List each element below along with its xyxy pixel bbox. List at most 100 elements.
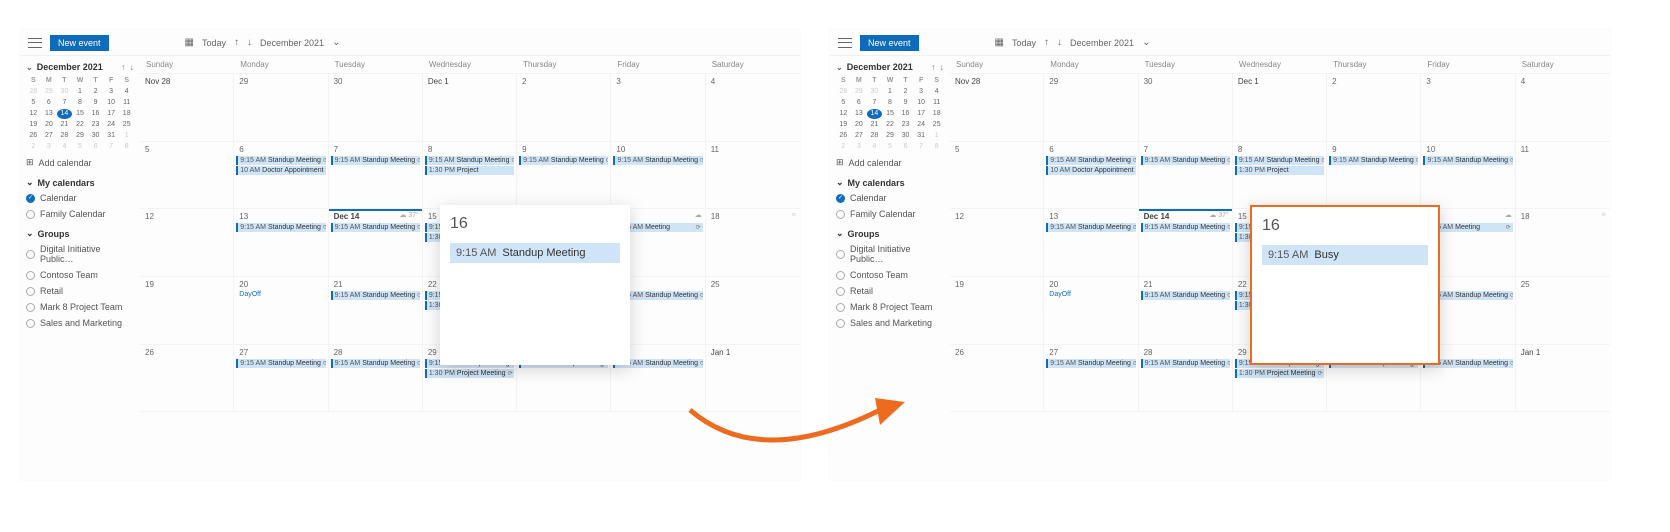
day-cell[interactable]: 279:15 AMStandup Meeting⟳ (1044, 345, 1138, 412)
mini-day[interactable]: 29 (852, 87, 867, 97)
mini-day[interactable]: 2 (26, 142, 41, 152)
add-calendar[interactable]: ⊞Add calendar (26, 156, 134, 169)
mini-day[interactable]: 18 (929, 109, 944, 119)
day-cell[interactable]: 19 (140, 277, 234, 344)
event[interactable]: 9:15 AMStandup Meeting⟳ (1046, 156, 1135, 165)
day-cell[interactable]: Dec 14☁ 37°9:15 AMStandup Meeting⟳ (1139, 209, 1233, 276)
event[interactable]: 10 AMDoctor Appointment (236, 166, 325, 175)
day-cell[interactable]: 89:15 AMStandup Meeting⟳1:30 PMProject (1233, 142, 1327, 209)
mini-day[interactable]: 16 (898, 109, 913, 119)
checkbox-off-icon[interactable] (836, 210, 845, 219)
mini-day[interactable]: 22 (73, 120, 88, 130)
mini-day[interactable]: 28 (836, 87, 851, 97)
mini-day[interactable]: 1 (119, 131, 134, 141)
group-item[interactable]: Sales and Marketing (26, 317, 134, 329)
mini-day[interactable]: 12 (836, 109, 851, 119)
groups-section[interactable]: ⌄Groups (836, 228, 944, 239)
mini-day[interactable]: 1 (73, 87, 88, 97)
mini-day[interactable]: 31 (914, 131, 929, 141)
mini-day[interactable]: 29 (42, 87, 57, 97)
mini-day[interactable]: 4 (867, 142, 882, 152)
event[interactable]: 9:15 AMStandup Meeting⟳ (1329, 156, 1418, 165)
mini-day[interactable]: 17 (914, 109, 929, 119)
mini-day[interactable]: 4 (929, 87, 944, 97)
calendar-today-icon[interactable]: ▦ (995, 37, 1004, 48)
group-item[interactable]: Sales and Marketing (836, 317, 944, 329)
mini-day[interactable]: 3 (104, 87, 119, 97)
mini-day[interactable]: 10 (914, 98, 929, 108)
checkbox-off-icon[interactable] (26, 210, 35, 219)
mini-day[interactable]: 5 (26, 98, 41, 108)
day-cell[interactable]: 69:15 AMStandup Meeting⟳10 AMDoctor Appo… (234, 142, 328, 209)
day-cell[interactable]: Dec 1 (1233, 74, 1327, 141)
mini-day[interactable]: 5 (73, 142, 88, 152)
mini-day[interactable]: 29 (73, 131, 88, 141)
checkbox-off-icon[interactable] (836, 250, 845, 259)
mini-day[interactable]: 25 (929, 120, 944, 130)
event[interactable]: 1:30 PMProject (1235, 166, 1324, 175)
checkbox-off-icon[interactable] (26, 319, 35, 328)
day-cell[interactable]: 139:15 AMStandup Meeting⟳ (234, 209, 328, 276)
event[interactable]: 9:15 AMStandup Meeting⟳ (1141, 359, 1230, 368)
new-event-button[interactable]: New event (50, 35, 109, 51)
mini-day[interactable]: 30 (867, 87, 882, 97)
add-calendar[interactable]: ⊞Add calendar (836, 156, 944, 169)
day-cell[interactable]: 29 (234, 74, 328, 141)
mini-day[interactable]: 25 (119, 120, 134, 130)
group-item[interactable]: Mark 8 Project Team (26, 301, 134, 313)
day-cell[interactable]: 30 (329, 74, 423, 141)
day-cell[interactable]: 18☼ (706, 209, 800, 276)
day-cell[interactable]: 139:15 AMStandup Meeting⟳ (1044, 209, 1138, 276)
checkbox-off-icon[interactable] (836, 271, 845, 280)
day-cell[interactable]: 20DayOff (1044, 277, 1138, 344)
day-cell[interactable]: 109:15 AMStandup Meeting⟳ (611, 142, 705, 209)
group-item[interactable]: Mark 8 Project Team (836, 301, 944, 313)
day-cell[interactable]: 69:15 AMStandup Meeting⟳10 AMDoctor Appo… (1044, 142, 1138, 209)
day-cell[interactable]: Nov 28 (140, 74, 234, 141)
mini-day[interactable]: 11 (929, 98, 944, 108)
popup-event[interactable]: 9:15 AMStandup Meeting (450, 243, 620, 263)
event[interactable]: 9:15 AMStandup Meeting⟳ (1235, 156, 1324, 165)
mini-day[interactable]: 6 (42, 98, 57, 108)
mini-day[interactable]: 30 (88, 131, 103, 141)
day-cell[interactable]: 3 (611, 74, 705, 141)
checkbox-off-icon[interactable] (26, 250, 35, 259)
group-item[interactable]: Retail (836, 285, 944, 297)
day-cell[interactable]: 2 (517, 74, 611, 141)
mini-day[interactable]: 15 (73, 109, 88, 119)
mini-day[interactable]: 8 (929, 142, 944, 152)
event[interactable]: 9:15 AMStandup Meeting⟳ (1423, 156, 1512, 165)
day-cell[interactable]: 18☼ (1516, 209, 1610, 276)
mini-day[interactable]: 14 (867, 109, 882, 119)
mini-day[interactable]: 3 (914, 87, 929, 97)
checkbox-off-icon[interactable] (26, 287, 35, 296)
day-cell[interactable]: Nov 28 (950, 74, 1044, 141)
day-cell[interactable]: 289:15 AMStandup Meeting⟳ (1139, 345, 1233, 412)
mini-day[interactable]: 7 (914, 142, 929, 152)
day-cell[interactable]: 3 (1421, 74, 1515, 141)
mini-day[interactable]: 9 (898, 98, 913, 108)
day-cell[interactable]: 79:15 AMStandup Meeting⟳ (1139, 142, 1233, 209)
checkbox-on-icon[interactable] (836, 194, 845, 203)
mini-day[interactable]: 6 (852, 98, 867, 108)
day-cell[interactable]: 99:15 AMStandup Meeting⟳ (517, 142, 611, 209)
day-cell[interactable]: 219:15 AMStandup Meeting⟳ (1139, 277, 1233, 344)
mini-day[interactable]: 24 (104, 120, 119, 130)
chevron-down-icon[interactable]: ⌄ (1142, 37, 1150, 48)
mini-day[interactable]: 28 (867, 131, 882, 141)
mini-day[interactable]: 7 (867, 98, 882, 108)
mini-prev-icon[interactable]: ↑ (121, 62, 126, 72)
mini-day[interactable]: 1 (929, 131, 944, 141)
day-cell[interactable]: 12 (140, 209, 234, 276)
day-cell[interactable]: 219:15 AMStandup Meeting⟳ (329, 277, 423, 344)
mini-day[interactable]: 2 (836, 142, 851, 152)
day-cell[interactable]: 5 (950, 142, 1044, 209)
day-cell[interactable]: 19 (950, 277, 1044, 344)
event[interactable]: 9:15 AMStandup Meeting⟳ (1141, 223, 1230, 232)
event[interactable]: 9:15 AMStandup Meeting⟳ (1141, 291, 1230, 300)
mini-day[interactable]: 27 (42, 131, 57, 141)
mini-day[interactable]: 12 (26, 109, 41, 119)
mini-day[interactable]: 27 (852, 131, 867, 141)
mini-day[interactable]: 8 (73, 98, 88, 108)
day-cell[interactable]: 29 (1044, 74, 1138, 141)
